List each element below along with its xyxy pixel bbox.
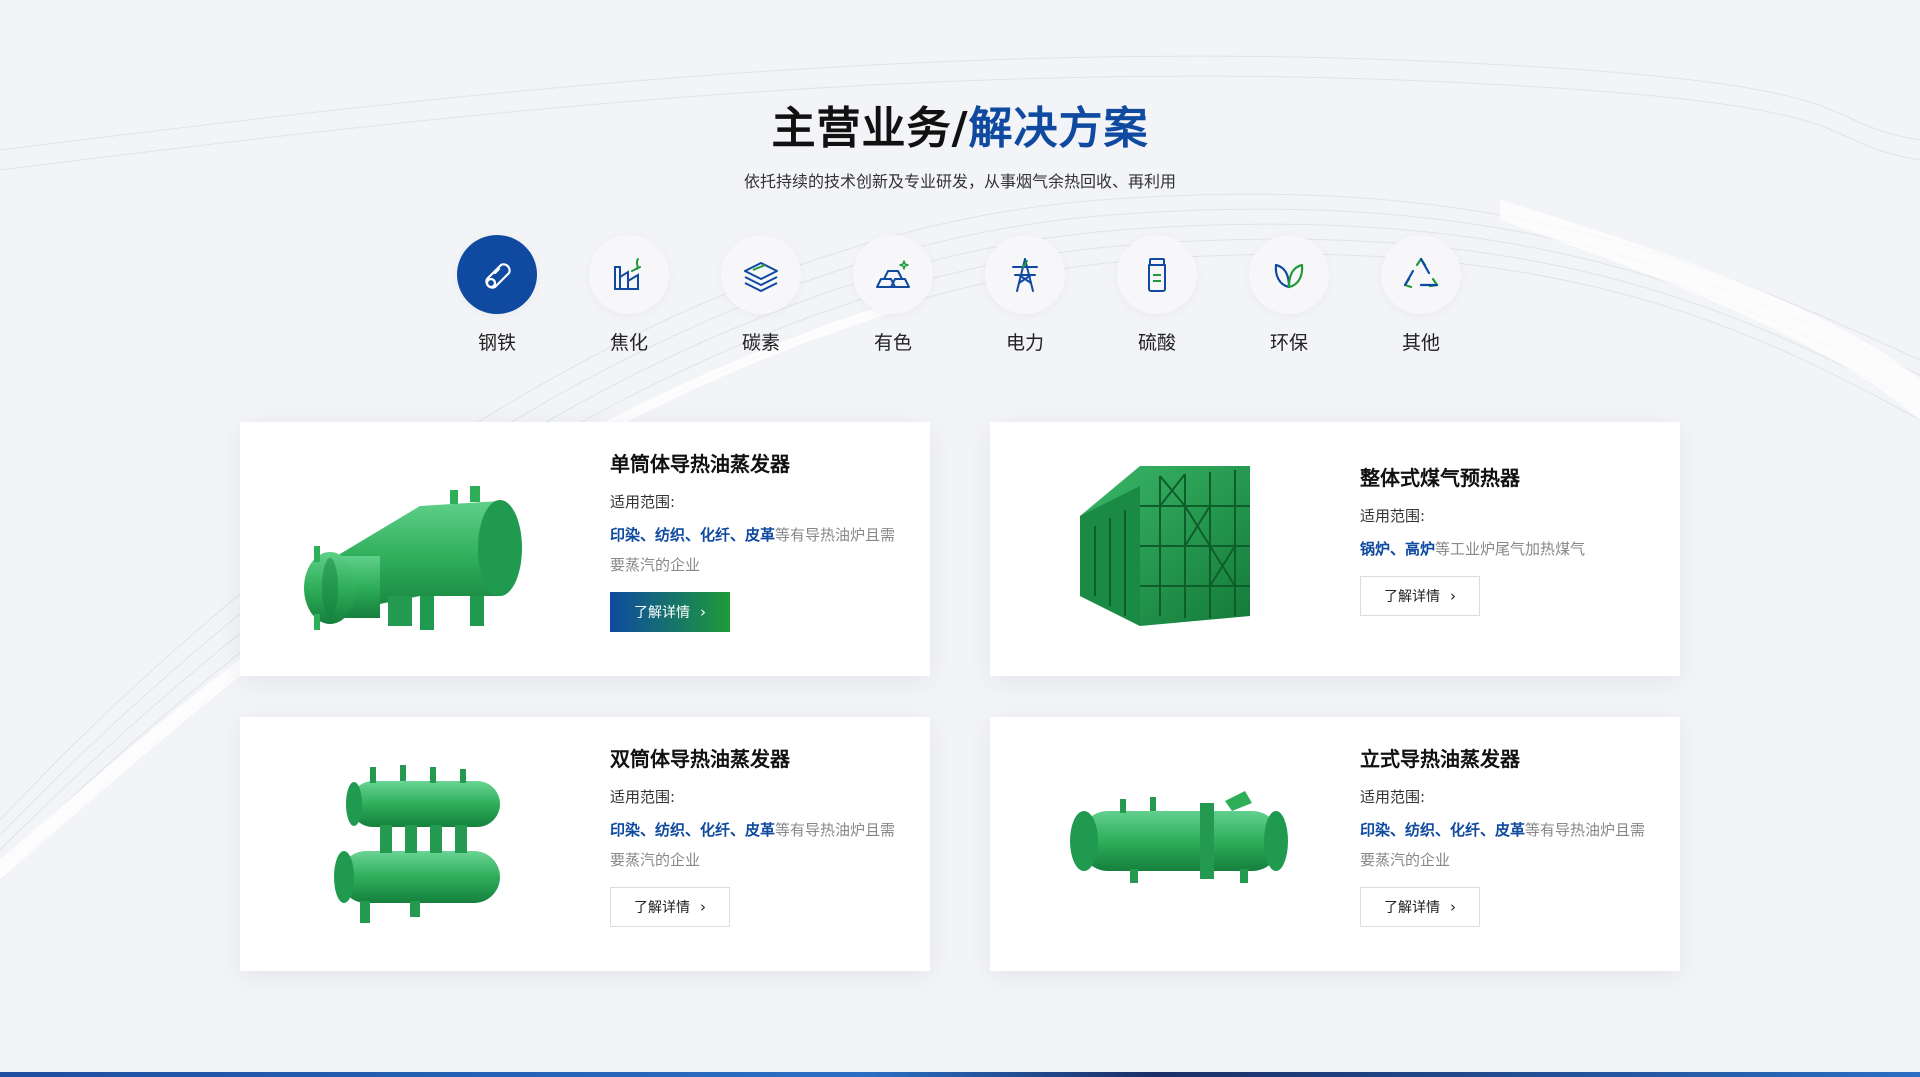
card-scope: 印染、纺织、化纤、皮革等有导热油炉且需要蒸汽的企业 [1360,815,1660,875]
power-tower-icon [1012,257,1038,292]
card-scope-label: 适用范围: [610,788,676,806]
card-scope-rest: 等工业炉尾气加热煤气 [1435,540,1586,558]
card-title: 整体式煤气预热器 [1360,466,1520,490]
category-icon-circle [1249,235,1329,314]
learn-more-button[interactable]: 了解详情 › [610,592,730,632]
title-accent: 解决方案 [968,103,1149,154]
carbon-layers-icon [744,261,778,292]
section-subtitle: 依托持续的技术创新及专业研发，从事烟气余热回收、再利用 [743,172,1176,191]
learn-more-button[interactable]: 了解详情 › [1360,887,1480,927]
card-scope-highlight: 锅炉、高炉 [1360,540,1436,558]
category-tabs: 钢铁 焦化 碳素 有色 电力 硫酸 环保 其他 [431,235,1487,355]
card-info: 立式导热油蒸发器 适用范围: 印染、纺织、化纤、皮革等有导热油炉且需要蒸汽的企业… [1360,743,1660,927]
category-label: 环保 [1269,332,1308,354]
card-scope: 锅炉、高炉等工业炉尾气加热煤气 [1360,534,1660,564]
recycle-icon [1403,257,1439,288]
category-tab-environment[interactable]: 环保 [1223,235,1355,355]
category-icon-circle [853,235,933,314]
card-scope-label: 适用范围: [1360,507,1426,525]
section-header: 主营业务/解决方案 依托持续的技术创新及专业研发，从事烟气余热回收、再利用 [0,92,1920,192]
card-title: 双筒体导热油蒸发器 [610,747,790,771]
product-image [304,486,522,630]
card-scope-label: 适用范围: [610,493,676,511]
card-info: 双筒体导热油蒸发器 适用范围: 印染、纺织、化纤、皮革等有导热油炉且需要蒸汽的企… [610,743,910,927]
chevron-right-icon: › [1450,587,1456,605]
card-scope-label: 适用范围: [1360,788,1426,806]
card-scope: 印染、纺织、化纤、皮革等有导热油炉且需要蒸汽的企业 [610,815,910,875]
acid-bottle-icon [1148,257,1166,292]
card-scope-highlight: 印染、纺织、化纤、皮革 [610,526,776,544]
category-icon-circle [721,235,801,314]
learn-more-label: 了解详情 [634,605,690,621]
category-tab-steel[interactable]: 钢铁 [431,235,563,355]
category-icon-circle [1117,235,1197,314]
category-label: 电力 [1005,332,1044,354]
learn-more-button[interactable]: 了解详情 › [1360,576,1480,616]
category-label: 硫酸 [1137,332,1176,354]
chevron-right-icon: › [1450,898,1456,916]
card-scope-highlight: 印染、纺织、化纤、皮革 [1360,821,1526,839]
card-info: 整体式煤气预热器 适用范围: 锅炉、高炉等工业炉尾气加热煤气 了解详情 › [1360,462,1660,616]
chevron-right-icon: › [700,898,706,916]
product-image [1070,791,1288,883]
product-image [1080,466,1250,626]
card-scope-highlight: 印染、纺织、化纤、皮革 [610,821,776,839]
category-label: 碳素 [741,332,780,354]
product-card[interactable]: 立式导热油蒸发器 适用范围: 印染、纺织、化纤、皮革等有导热油炉且需要蒸汽的企业… [990,717,1680,971]
category-label: 焦化 [609,332,648,354]
category-icon-circle [457,235,537,314]
category-tab-power[interactable]: 电力 [959,235,1091,355]
product-image [334,765,500,923]
factory-icon [614,257,641,290]
learn-more-button[interactable]: 了解详情 › [610,887,730,927]
category-tab-nonferrous[interactable]: 有色 [827,235,959,355]
product-card[interactable]: 双筒体导热油蒸发器 适用范围: 印染、纺织、化纤、皮革等有导热油炉且需要蒸汽的企… [240,717,930,971]
category-label: 钢铁 [477,332,516,354]
chevron-right-icon: › [700,603,706,621]
category-tab-other[interactable]: 其他 [1355,235,1487,355]
category-tab-sulfuric-acid[interactable]: 硫酸 [1091,235,1223,355]
category-tab-coking[interactable]: 焦化 [563,235,695,355]
category-icon-circle [589,235,669,314]
category-icon-circle [1381,235,1461,314]
product-card[interactable]: 单筒体导热油蒸发器 适用范围: 印染、纺织、化纤、皮革等有导热油炉且需要蒸汽的企… [240,422,930,676]
learn-more-label: 了解详情 [1384,589,1440,605]
section-title: 主营业务/解决方案 [0,92,1920,156]
category-label: 其他 [1401,332,1440,354]
learn-more-label: 了解详情 [634,900,690,916]
category-label: 有色 [873,332,912,354]
product-card[interactable]: 整体式煤气预热器 适用范围: 锅炉、高炉等工业炉尾气加热煤气 了解详情 › [990,422,1680,676]
metal-ingots-icon [876,259,910,288]
category-tab-carbon[interactable]: 碳素 [695,235,827,355]
card-scope: 印染、纺织、化纤、皮革等有导热油炉且需要蒸汽的企业 [610,520,910,580]
card-title: 立式导热油蒸发器 [1360,747,1520,771]
main-business-section: 主营业务/解决方案 依托持续的技术创新及专业研发，从事烟气余热回收、再利用 钢铁 [0,0,1920,1077]
steel-pipe-icon [485,262,511,289]
title-main: 主营业务/ [771,103,969,154]
card-title: 单筒体导热油蒸发器 [610,452,790,476]
category-icon-circle [985,235,1065,314]
card-info: 单筒体导热油蒸发器 适用范围: 印染、纺织、化纤、皮革等有导热油炉且需要蒸汽的企… [610,448,910,632]
learn-more-label: 了解详情 [1384,900,1440,916]
leaf-icon [1274,263,1304,288]
